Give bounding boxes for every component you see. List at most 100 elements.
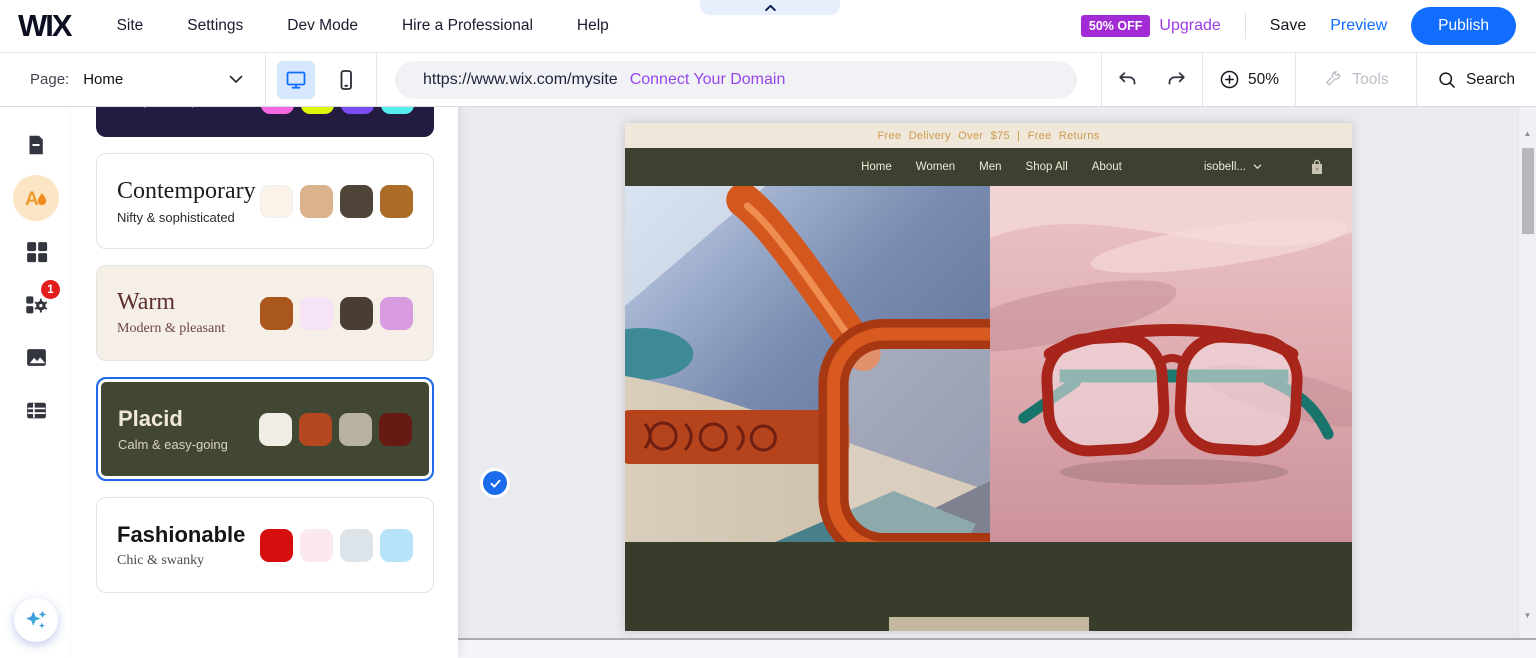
site-preview[interactable]: Free Delivery Over $75 | Free Returns Ho… <box>625 123 1352 631</box>
hero-image-left[interactable] <box>625 186 990 542</box>
glasses-closeup-illustration <box>625 186 990 542</box>
device-switcher <box>266 53 376 106</box>
theme-swatches <box>260 185 413 218</box>
cart-bag-icon[interactable] <box>1310 159 1324 175</box>
theme-tagline: Modern & pleasant <box>117 321 225 337</box>
color-swatch <box>380 185 413 218</box>
site-nav-bar[interactable]: Home Women Men Shop All About isobell... <box>625 148 1352 186</box>
ai-sparkles-icon <box>23 607 49 633</box>
menu-dev-mode[interactable]: Dev Mode <box>287 17 358 35</box>
zoom-control[interactable]: 50% <box>1203 53 1295 106</box>
theme-text: Contemporary Nifty & sophisticated <box>117 178 256 225</box>
connect-domain-link[interactable]: Connect Your Domain <box>630 71 786 89</box>
pages-menu-button[interactable] <box>21 130 51 160</box>
site-announcement-bar[interactable]: Free Delivery Over $75 | Free Returns <box>625 123 1352 148</box>
color-swatch <box>299 413 332 446</box>
media-image-icon <box>24 345 49 370</box>
save-button[interactable]: Save <box>1270 17 1306 35</box>
color-swatch <box>300 185 333 218</box>
menu-hire-a-professional[interactable]: Hire a Professional <box>402 17 533 35</box>
color-swatch <box>260 297 293 330</box>
app-market-button[interactable]: 1 <box>21 289 51 319</box>
theme-card-placid-selected[interactable]: Placid Calm & easy-going <box>96 377 434 481</box>
page-value[interactable]: Home <box>83 71 123 88</box>
color-swatch <box>380 529 413 562</box>
wix-logo[interactable]: WIX <box>18 8 71 44</box>
theme-text: Warm Modern & pleasant <box>117 289 225 337</box>
media-button[interactable] <box>21 342 51 372</box>
footer-element[interactable] <box>889 617 1089 631</box>
preview-button[interactable]: Preview <box>1330 17 1387 35</box>
site-nav-shop-all[interactable]: Shop All <box>1026 161 1068 173</box>
site-nav-about[interactable]: About <box>1092 161 1122 173</box>
scroll-up-arrow[interactable]: ▲ <box>1519 129 1536 138</box>
theme-swatches <box>259 413 412 446</box>
url-section: https://www.wix.com/mysite Connect Your … <box>377 53 1101 106</box>
add-apps-button[interactable] <box>21 236 51 266</box>
search-button[interactable]: Search <box>1417 53 1535 106</box>
redo-icon[interactable] <box>1165 69 1187 91</box>
site-nav-home[interactable]: Home <box>861 161 892 173</box>
site-nav-women[interactable]: Women <box>916 161 955 173</box>
theme-tagline: Chic & swanky <box>117 553 245 569</box>
theme-card-warm[interactable]: Warm Modern & pleasant <box>96 265 434 361</box>
check-icon <box>488 476 503 491</box>
desktop-icon <box>284 68 308 92</box>
upgrade-link[interactable]: Upgrade <box>1159 17 1220 35</box>
theme-name: Contemporary <box>117 178 256 205</box>
undo-icon[interactable] <box>1117 69 1139 91</box>
hero-image-right[interactable] <box>990 186 1352 542</box>
publish-button[interactable]: Publish <box>1411 7 1516 45</box>
theme-swatches <box>260 529 413 562</box>
collapse-topbar-tab[interactable] <box>700 0 840 15</box>
page-label: Page: <box>30 71 69 88</box>
history-controls <box>1102 53 1202 106</box>
top-menubar: WIX Site Settings Dev Mode Hire a Profes… <box>0 0 1536 53</box>
site-account-menu[interactable]: isobell... <box>1204 161 1262 173</box>
menu-settings[interactable]: Settings <box>187 17 243 35</box>
upgrade-group: 50% OFF Upgrade <box>1081 15 1221 37</box>
color-swatch <box>339 413 372 446</box>
scrollbar-thumb[interactable] <box>1522 148 1534 234</box>
table-icon <box>24 398 49 423</box>
wix-editor: WIX Site Settings Dev Mode Hire a Profes… <box>0 0 1536 658</box>
color-swatch <box>300 529 333 562</box>
page-selector[interactable]: Page: Home <box>0 53 265 106</box>
theme-name: Warm <box>117 289 225 316</box>
color-swatch <box>300 297 333 330</box>
color-swatch <box>340 529 373 562</box>
chevron-up-icon <box>764 3 777 12</box>
menu-site[interactable]: Site <box>117 17 144 35</box>
theme-swatches <box>260 297 413 330</box>
desktop-view-button[interactable] <box>277 61 315 99</box>
grid-icon <box>24 239 49 264</box>
menu-help[interactable]: Help <box>577 17 609 35</box>
site-url-bar[interactable]: https://www.wix.com/mysite Connect Your … <box>395 61 1077 99</box>
mobile-view-button[interactable] <box>327 61 365 99</box>
site-nav-men[interactable]: Men <box>979 161 1001 173</box>
theme-card-fashionable[interactable]: Fashionable Chic & swanky <box>96 497 434 593</box>
site-hero-images <box>625 186 1352 542</box>
chevron-down-icon <box>1253 164 1262 170</box>
site-footer-section[interactable] <box>625 542 1352 631</box>
theme-text: Fashionable Chic & swanky <box>117 522 245 569</box>
menubar-actions: 50% OFF Upgrade Save Preview Publish <box>1081 7 1516 45</box>
tools-label: Tools <box>1352 71 1388 89</box>
vertical-scrollbar[interactable]: ▲ ▼ <box>1518 107 1536 638</box>
discount-badge[interactable]: 50% OFF <box>1081 15 1151 37</box>
zoom-plus-icon <box>1219 69 1240 90</box>
theme-name: Placid <box>118 406 228 432</box>
site-design-button[interactable]: A <box>13 175 59 221</box>
theme-design-icon: A <box>22 184 50 212</box>
search-label: Search <box>1466 71 1515 89</box>
theme-card-contemporary[interactable]: Contemporary Nifty & sophisticated <box>96 153 434 249</box>
main-menu: Site Settings Dev Mode Hire a Profession… <box>117 17 609 35</box>
ai-assistant-button[interactable] <box>14 598 58 642</box>
svg-text:A: A <box>25 189 39 210</box>
chevron-down-icon[interactable] <box>229 75 243 84</box>
bag-glyph <box>1310 159 1324 175</box>
selected-check-badge <box>480 468 510 498</box>
content-manager-button[interactable] <box>21 395 51 425</box>
scroll-down-arrow[interactable]: ▼ <box>1519 611 1536 620</box>
tools-button[interactable]: Tools <box>1296 53 1416 106</box>
